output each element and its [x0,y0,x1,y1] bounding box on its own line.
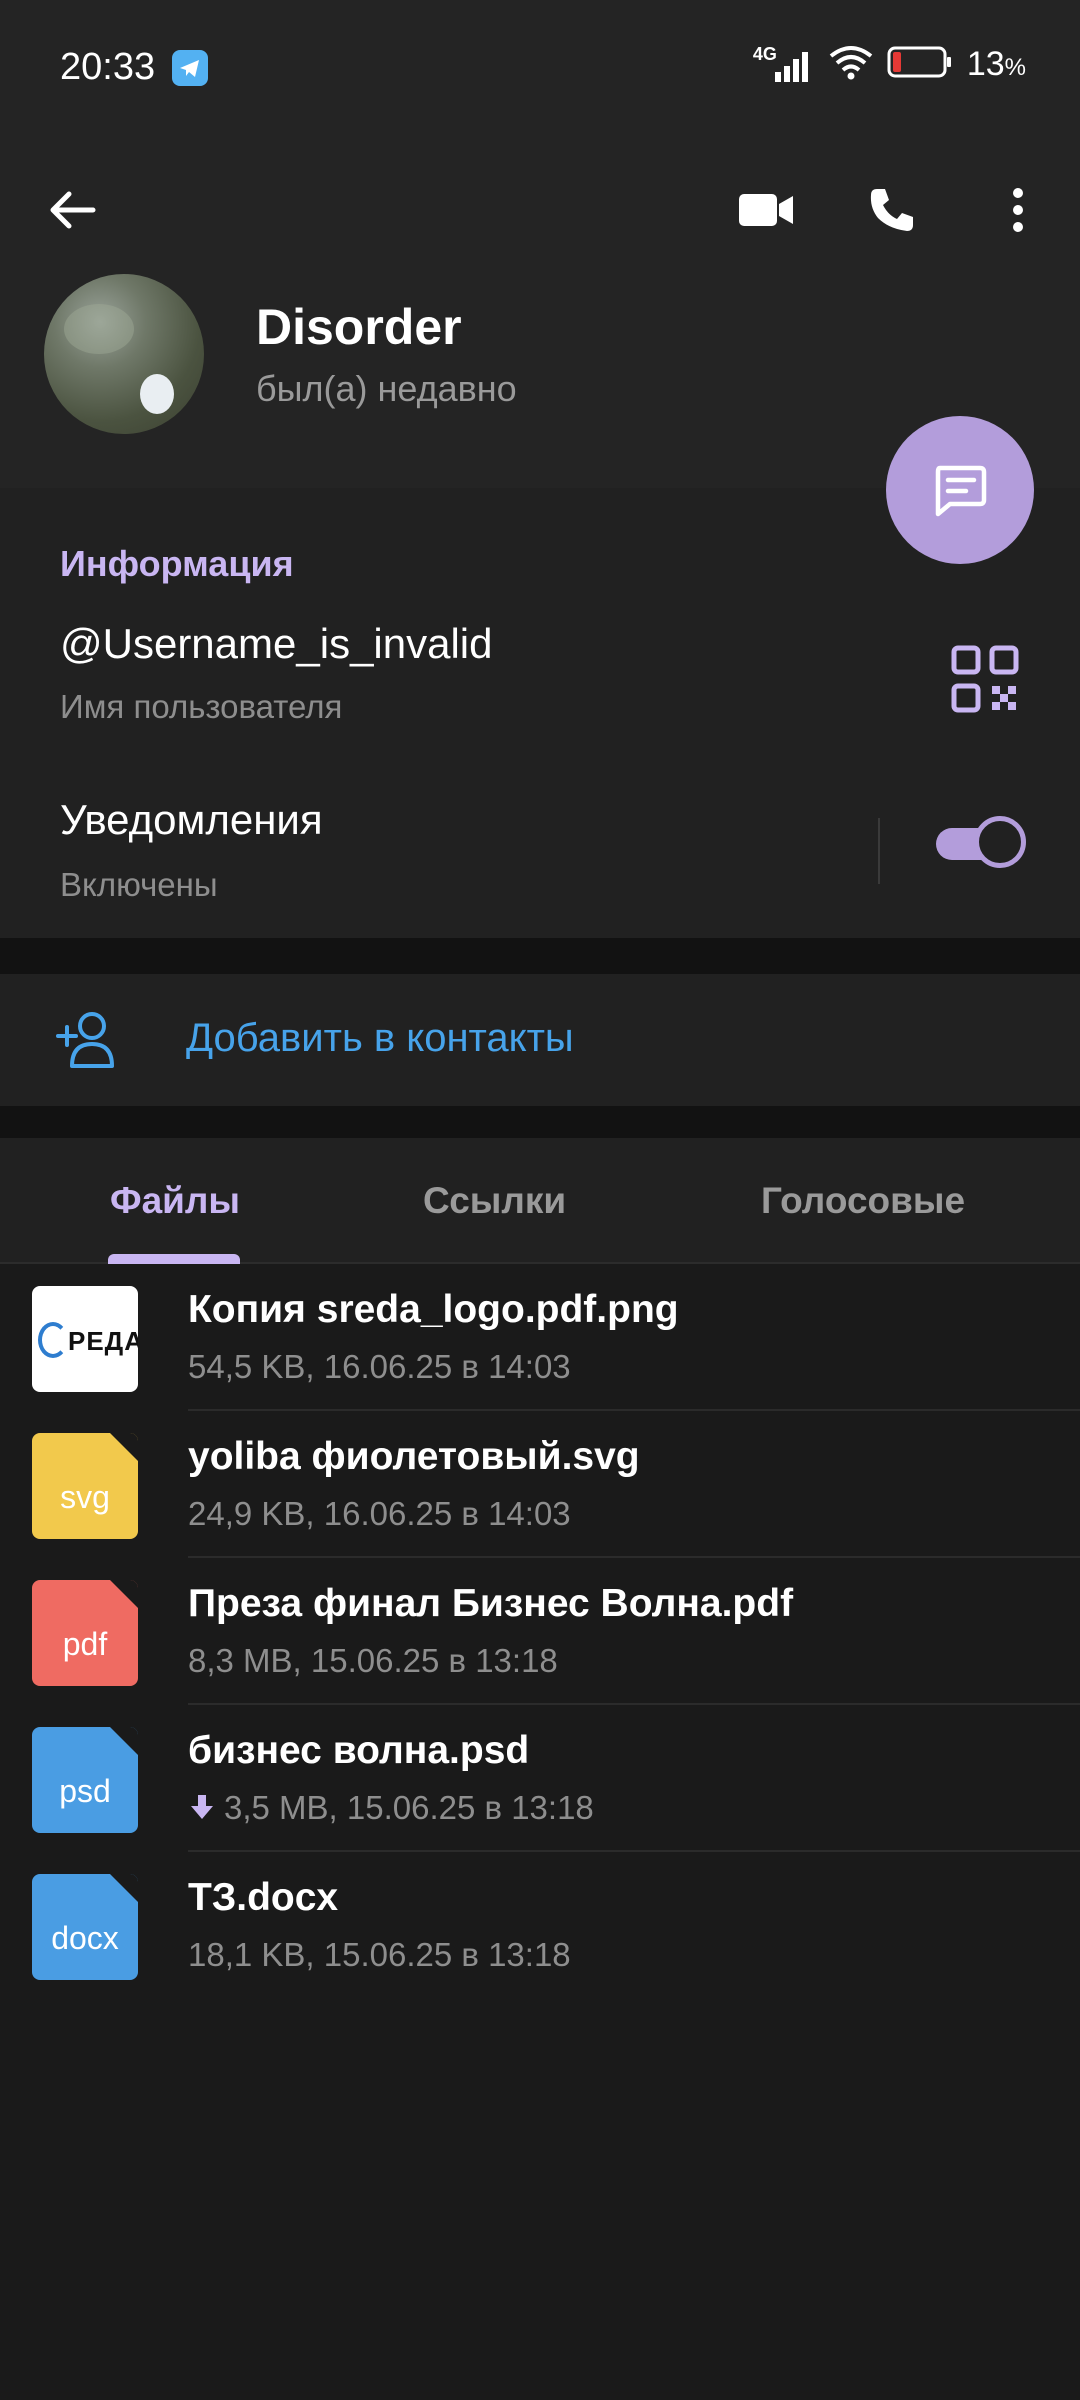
svg-file-icon: svg [32,1433,138,1539]
username-value[interactable]: @Username_is_invalid [60,620,493,668]
telegram-icon [172,50,208,86]
file-name: Копия sreda_logo.pdf.png [188,1288,679,1331]
divider [878,818,880,884]
file-name: yoliba фиолетовый.svg [188,1435,640,1478]
battery-unit: % [1004,53,1026,81]
list-item[interactable]: pdf Преза финал Бизнес Волна.pdf 8,3 MB,… [0,1558,1080,1705]
signal-icon: 4G [753,44,815,84]
pdf-file-icon: pdf [32,1580,138,1686]
avatar-photo-highlight [140,374,174,414]
avatar[interactable] [44,274,204,434]
info-section: Информация @Username_is_invalid Имя поль… [0,488,1080,938]
phone-icon [870,189,913,231]
status-bar: 20:33 4G 13% [0,0,1080,130]
battery-icon [887,45,953,84]
file-ext: psd [59,1773,111,1809]
message-icon [935,465,987,517]
send-message-button[interactable] [886,416,1034,564]
file-meta: 54,5 KB, 16.06.25 в 14:03 [188,1348,571,1385]
file-meta: 8,3 MB, 15.06.25 в 13:18 [188,1642,558,1679]
file-ext: svg [60,1479,110,1515]
corner-fold [110,1433,138,1461]
info-title: Информация [60,543,294,584]
phone-call-button[interactable] [842,160,942,260]
corner-fold [110,1874,138,1902]
logo-arc [38,1322,68,1358]
file-name: бизнес волна.psd [188,1729,530,1772]
list-item[interactable]: svg yoliba фиолетовый.svg 24,9 KB, 16.06… [0,1411,1080,1558]
battery-value: 13 [966,44,1005,83]
file-meta-row: 3,5 MB, 15.06.25 в 13:18 [188,1789,594,1827]
file-meta: 18,1 KB, 15.06.25 в 13:18 [188,1936,571,1973]
notifications-state: Включены [60,866,218,903]
tab-files[interactable]: Файлы [110,1180,240,1222]
add-contact-label: Добавить в контакты [186,1016,574,1060]
qr-code-button[interactable] [950,644,1020,714]
status-time: 20:33 [60,46,156,88]
tab-indicator [108,1254,240,1264]
image-thumbnail: РЕДА [32,1286,138,1392]
tab-links[interactable]: Ссылки [423,1180,566,1222]
last-seen-status: был(а) недавно [256,368,517,409]
media-tabs: Файлы Ссылки Голосовые [0,1138,1080,1264]
more-vert-icon [1013,188,1023,232]
video-call-button[interactable] [716,160,816,260]
more-options-button[interactable] [968,160,1068,260]
list-item[interactable]: docx ТЗ.docx 18,1 KB, 15.06.25 в 13:18 [0,1852,1080,1999]
username-label: Имя пользователя [60,688,343,725]
file-name: ТЗ.docx [188,1876,339,1919]
contact-name: Disorder [256,299,462,355]
qr-code-icon [951,645,1019,713]
back-button[interactable] [22,160,122,260]
toggle-knob [974,816,1026,868]
notifications-toggle[interactable] [932,816,1026,872]
section-gap [0,938,1080,974]
add-contact-row[interactable]: Добавить в контакты [0,974,1080,1106]
file-ext: docx [51,1920,119,1956]
status-right-icons: 4G 13% [753,44,1026,84]
corner-fold [110,1580,138,1608]
file-meta: 24,9 KB, 16.06.25 в 14:03 [188,1495,571,1532]
battery-percent: 13% [967,45,1026,84]
corner-fold [110,1727,138,1755]
add-person-icon [54,1010,120,1070]
back-arrow-icon [50,191,96,229]
docx-file-icon: docx [32,1874,138,1980]
file-meta: 3,5 MB, 15.06.25 в 13:18 [224,1789,594,1826]
file-list: РЕДА Копия sreda_logo.pdf.png 54,5 KB, 1… [0,1264,1080,1999]
section-gap [0,1106,1080,1138]
file-name: Преза финал Бизнес Волна.pdf [188,1582,794,1625]
thumbnail-text: РЕДА [68,1326,138,1356]
video-call-icon [739,194,793,226]
list-item[interactable]: РЕДА Копия sreda_logo.pdf.png 54,5 KB, 1… [0,1264,1080,1411]
file-ext: pdf [62,1626,108,1662]
wifi-icon [829,44,873,85]
download-arrow-icon[interactable] [188,1793,216,1821]
psd-file-icon: psd [32,1727,138,1833]
tab-voice[interactable]: Голосовые [761,1180,965,1222]
list-item[interactable]: psd бизнес волна.psd 3,5 MB, 15.06.25 в … [0,1705,1080,1852]
notifications-label[interactable]: Уведомления [60,796,323,844]
avatar-photo-detail [64,304,134,354]
